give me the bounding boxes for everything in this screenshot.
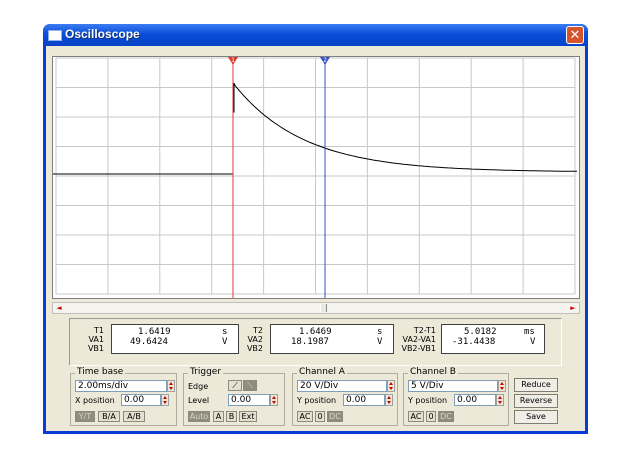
trigger-a-button[interactable]: A (213, 411, 224, 422)
scroll-left-icon[interactable]: ◄ (54, 303, 64, 313)
channel-b-dc-button[interactable]: DC (438, 411, 454, 422)
oscilloscope-window: Oscilloscope ✕ 1 2 ◄ ► T1 VA1 VB1 1.6419… (43, 24, 588, 434)
channel-b-scale-field[interactable]: 5 V/Div (408, 380, 498, 392)
trigger-label: Trigger (188, 367, 224, 377)
level-field[interactable]: 0.00 (228, 394, 270, 406)
dt-label: T2-T1 (413, 326, 436, 335)
va2-value: 18.1987 (291, 337, 329, 347)
t2-label: T2 (253, 326, 263, 335)
cursor-readout-panel: T1 VA1 VB1 1.6419 s 49.6424 V T2 VA2 VB2… (69, 318, 562, 366)
scope-grid (55, 57, 576, 295)
scope-display: 1 2 (53, 57, 579, 298)
va2-label: VA2 (247, 335, 263, 344)
channel-b-ypos-stepper[interactable] (496, 394, 504, 406)
dva-value: -31.4438 (452, 337, 496, 347)
save-button[interactable]: Save (514, 410, 558, 424)
trigger-group: Trigger Edge ⟋ ⟍ Level 0.00 Auto A B Ext (183, 367, 285, 426)
t2-value: 1.6469 (299, 327, 332, 337)
timebase-label: Time base (75, 367, 126, 377)
t2-unit: s (377, 327, 383, 337)
channel-a-ypos-stepper[interactable] (385, 394, 393, 406)
channel-b-label: Channel B (408, 367, 458, 377)
level-stepper[interactable] (270, 394, 278, 406)
horizontal-scrollbar[interactable]: ◄ ► (52, 302, 580, 314)
dt-value: 5.0182 (464, 327, 497, 337)
edge-label: Edge (188, 382, 209, 391)
x-position-field[interactable]: 0.00 (121, 394, 161, 406)
scroll-thumb[interactable] (320, 304, 327, 312)
ab-mode-button[interactable]: A/B (123, 411, 145, 422)
channel-a-dc-button[interactable]: DC (327, 411, 343, 422)
x-position-label: X position (75, 396, 115, 405)
window-title: Oscilloscope (65, 27, 140, 41)
channel-a-scale-field[interactable]: 20 V/Div (297, 380, 387, 392)
cursor-1-label: 1 (231, 57, 235, 64)
window-icon (48, 30, 62, 41)
channel-a-label: Channel A (297, 367, 347, 377)
dt-unit: ms (524, 327, 535, 337)
ba-mode-button[interactable]: B/A (98, 411, 120, 422)
falling-edge-icon[interactable]: ⟍ (243, 380, 257, 391)
rising-edge-icon[interactable]: ⟋ (228, 380, 242, 391)
channel-b-ypos-label: Y position (408, 396, 448, 405)
channel-b-zero-button[interactable]: 0 (426, 411, 436, 422)
t1-readout-box: 1.6419 s 49.6424 V (111, 324, 239, 354)
channel-a-ypos-label: Y position (297, 396, 337, 405)
va1-value: 49.6424 (130, 337, 168, 347)
channel-a-ac-button[interactable]: AC (297, 411, 313, 422)
close-button[interactable]: ✕ (566, 26, 584, 44)
title-bar[interactable]: Oscilloscope ✕ (43, 24, 588, 46)
scope-screen[interactable]: 1 2 (52, 56, 580, 299)
yt-mode-button[interactable]: Y/T (75, 411, 95, 422)
channel-b-ac-button[interactable]: AC (408, 411, 424, 422)
cursor-2-label: 2 (323, 57, 327, 64)
t1-label: T1 (94, 326, 104, 335)
level-label: Level (188, 396, 210, 405)
scroll-right-icon[interactable]: ► (568, 303, 578, 313)
channel-a-group: Channel A 20 V/Div Y position 0.00 AC 0 … (292, 367, 398, 426)
window-client: 1 2 ◄ ► T1 VA1 VB1 1.6419 s 49.6424 V T2… (46, 46, 585, 431)
trigger-b-button[interactable]: B (226, 411, 237, 422)
dva-label: VA2-VA1 (402, 335, 436, 344)
trigger-auto-button[interactable]: Auto (188, 411, 210, 422)
trigger-ext-button[interactable]: Ext (239, 411, 257, 422)
x-position-stepper[interactable] (161, 394, 169, 406)
dva-unit: V (530, 337, 536, 347)
delta-readout-box: 5.0182 ms -31.4438 V (441, 324, 545, 354)
t2-readout-box: 1.6469 s 18.1987 V (270, 324, 394, 354)
timebase-field[interactable]: 2.00ms/div (75, 380, 167, 392)
t1-value: 1.6419 (138, 327, 171, 337)
vb1-label: VB1 (87, 344, 104, 353)
dvb-label: VB2-VB1 (401, 344, 436, 353)
vb2-label: VB2 (246, 344, 263, 353)
reduce-button[interactable]: Reduce (514, 378, 558, 392)
timebase-group: Time base 2.00ms/div X position 0.00 Y/T… (70, 367, 177, 426)
va2-unit: V (377, 337, 383, 347)
reverse-button[interactable]: Reverse (514, 394, 558, 408)
va1-label: VA1 (88, 335, 104, 344)
channel-a-zero-button[interactable]: 0 (315, 411, 325, 422)
channel-b-group: Channel B 5 V/Div Y position 0.00 AC 0 D… (403, 367, 509, 426)
timebase-stepper[interactable] (167, 380, 175, 392)
channel-b-scale-stepper[interactable] (498, 380, 506, 392)
channel-a-ypos-field[interactable]: 0.00 (343, 394, 385, 406)
channel-b-ypos-field[interactable]: 0.00 (454, 394, 496, 406)
channel-a-scale-stepper[interactable] (387, 380, 395, 392)
